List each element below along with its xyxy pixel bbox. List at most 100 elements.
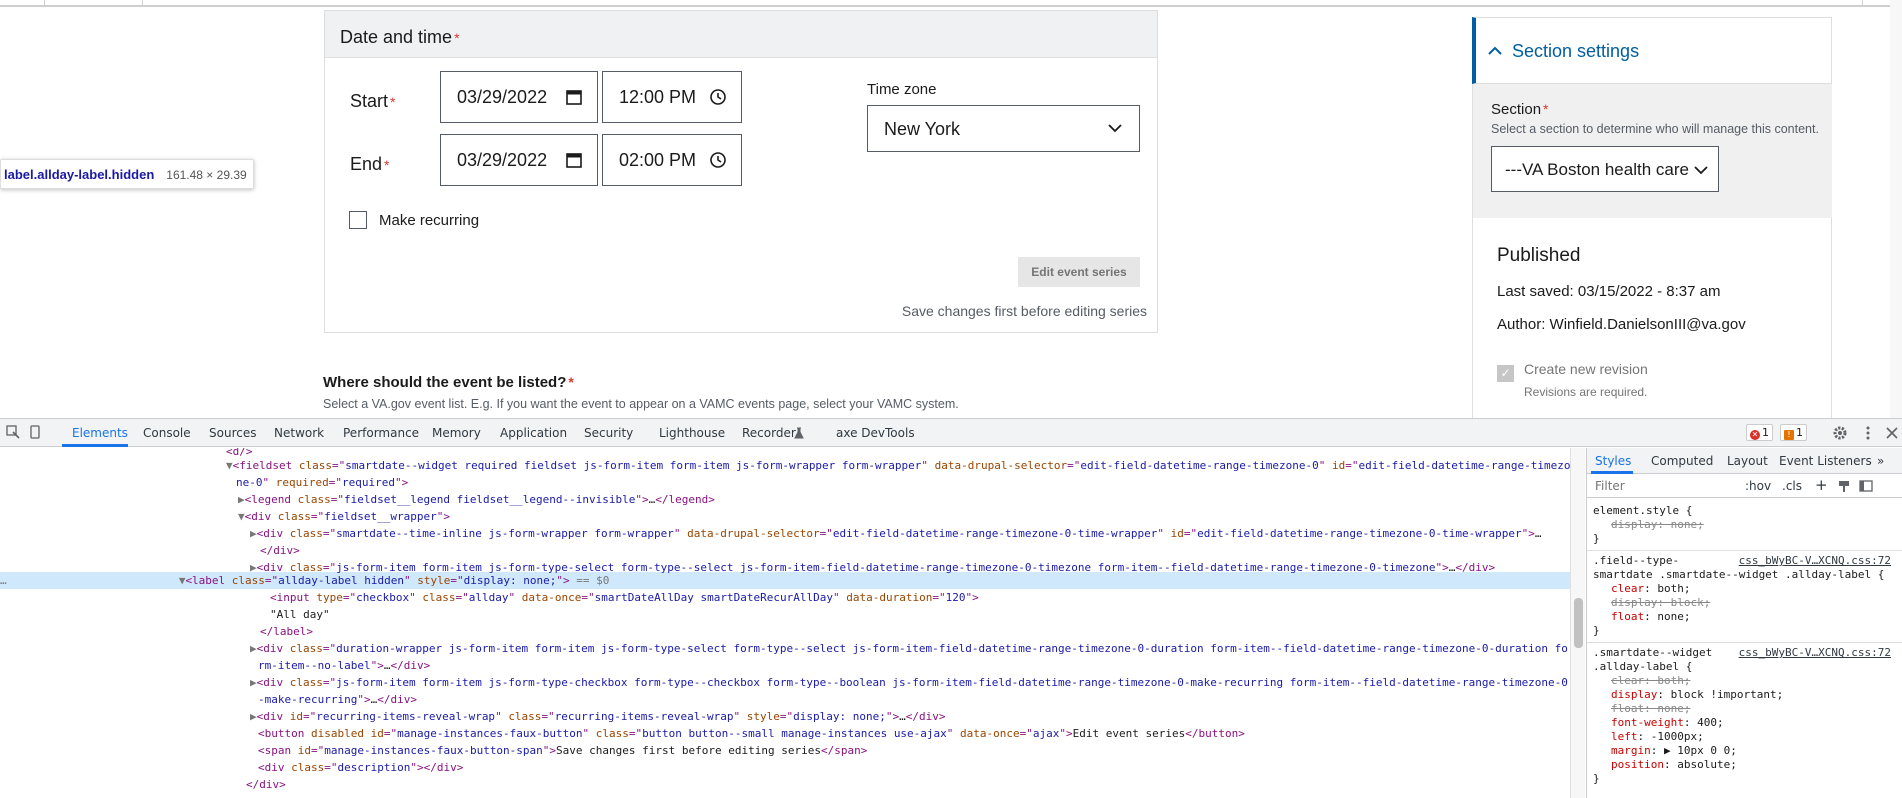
clock-icon[interactable]	[709, 88, 727, 106]
required-mark: *	[390, 94, 396, 110]
scrollbar-thumb[interactable]	[1574, 598, 1583, 648]
close-icon[interactable]	[1884, 425, 1900, 441]
dom-line[interactable]: ▶<div class="smartdate--time-inline js-f…	[250, 525, 1542, 542]
checkmark-icon: ✓	[1497, 365, 1514, 382]
last-saved-label: Last saved:	[1497, 283, 1574, 300]
dom-line[interactable]: rm-item--no-label">…</div>	[258, 657, 430, 674]
clock-icon[interactable]	[709, 151, 727, 169]
top-bar-divider	[44, 0, 45, 6]
paint-brush-icon[interactable]	[1837, 479, 1851, 493]
dom-line[interactable]: ▶<div id="recurring-items-reveal-wrap" c…	[250, 708, 945, 725]
dom-line[interactable]: -make-recurring">…</div>	[258, 691, 417, 708]
event-listing-description: Select a VA.gov event list. E.g. If you …	[323, 397, 959, 411]
dom-line[interactable]: <div class="description"></div>	[258, 759, 463, 776]
dom-line[interactable]: ▶<legend class="fieldset__legend fieldse…	[238, 491, 715, 508]
timezone-label: Time zone	[867, 81, 937, 98]
style-rule-widget-allday[interactable]: css_bWyBC-V…XCNQ.css:72 .smartdate--widg…	[1593, 646, 1897, 786]
event-listing-label-text: Where should the event be listed?	[323, 374, 567, 391]
rule-divider	[1587, 550, 1902, 551]
elements-scrollbar[interactable]	[1570, 448, 1585, 798]
error-count: 1	[1762, 426, 1769, 439]
tab-recorder[interactable]: Recorder	[742, 426, 796, 440]
chevron-down-icon	[1694, 163, 1708, 177]
tab-console[interactable]: Console	[143, 426, 191, 440]
style-rule-allday-label[interactable]: css_bWyBC-V…XCNQ.css:72 .field--type- sm…	[1593, 554, 1897, 638]
dom-line[interactable]: </label>	[260, 623, 313, 640]
dom-line[interactable]: </div>	[246, 776, 286, 793]
checkbox-box[interactable]	[349, 211, 367, 229]
gear-icon[interactable]	[1832, 425, 1848, 441]
end-date-input[interactable]: 03/29/2022	[440, 134, 598, 186]
dom-line[interactable]: <button disabled id="manage-instances-fa…	[258, 725, 1245, 742]
tab-application[interactable]: Application	[500, 426, 567, 440]
styles-tab-bar: Styles Computed Layout Event Listeners »	[1587, 448, 1902, 474]
tab-layout[interactable]: Layout	[1727, 454, 1768, 468]
start-time-input[interactable]: 12:00 PM	[602, 71, 742, 123]
create-revision-checkbox: ✓ Create new revision	[1497, 361, 1648, 382]
calendar-icon[interactable]	[565, 88, 583, 106]
dom-line-selected[interactable]: … ▼<label class="allday-label hidden" st…	[0, 572, 609, 589]
warning-count-badge[interactable]: ! 1	[1780, 424, 1807, 441]
dom-line[interactable]: "All day"	[270, 606, 330, 623]
revision-note: Revisions are required.	[1524, 385, 1648, 399]
error-count-badge[interactable]: ✕ 1	[1746, 424, 1773, 441]
styles-filter-input[interactable]: Filter	[1595, 479, 1625, 493]
dom-line[interactable]: <span id="manage-instances-faux-button-s…	[258, 742, 867, 759]
start-label: Start *	[350, 91, 395, 112]
web-page: label.allday-label.hidden 161.48 × 29.39 …	[0, 0, 1902, 418]
inspector-selector: label.allday-label.hidden	[4, 167, 155, 182]
top-bar-divider	[1862, 0, 1863, 6]
make-recurring-checkbox[interactable]: Make recurring	[349, 211, 479, 229]
dom-line[interactable]: ▼<div class="fieldset__wrapper">	[238, 508, 450, 525]
tab-sources[interactable]: Sources	[209, 426, 256, 440]
dom-line[interactable]: </div>	[260, 542, 300, 559]
device-toolbar-icon[interactable]	[28, 425, 42, 439]
style-rule-element[interactable]: element.style { display: none; }	[1593, 504, 1897, 546]
section-settings-toggle[interactable]: Section settings	[1472, 17, 1832, 84]
tab-axe-devtools[interactable]: axe DevTools	[836, 426, 915, 440]
tab-security[interactable]: Security	[584, 426, 633, 440]
dom-line[interactable]: ▶<div class="duration-wrapper js-form-it…	[250, 640, 1568, 657]
section-settings-title: Section settings	[1512, 41, 1640, 61]
tab-performance[interactable]: Performance	[343, 426, 419, 440]
error-icon: ✕	[1750, 430, 1760, 440]
top-bar-divider	[142, 0, 143, 6]
timezone-value: New York	[884, 119, 961, 139]
section-select[interactable]: ---VA Boston health care	[1491, 146, 1719, 192]
edit-event-series-button[interactable]: Edit event series	[1018, 257, 1140, 287]
source-link[interactable]: css_bWyBC-V…XCNQ.css:72	[1739, 554, 1891, 568]
active-tab-indicator	[62, 444, 128, 447]
source-link[interactable]: css_bWyBC-V…XCNQ.css:72	[1739, 646, 1891, 660]
tab-lighthouse[interactable]: Lighthouse	[659, 426, 725, 440]
elements-dom-tree[interactable]: <d/> ▼<fieldset class="smartdate--widget…	[0, 448, 1570, 798]
new-rule-button[interactable]: +	[1815, 476, 1828, 494]
tab-computed[interactable]: Computed	[1651, 454, 1713, 468]
calendar-icon[interactable]	[565, 151, 583, 169]
required-mark: *	[454, 30, 460, 46]
dom-line[interactable]: <input type="checkbox" class="allday" da…	[270, 589, 979, 606]
page-scrollbar[interactable]	[1890, 0, 1902, 418]
dom-line[interactable]: ne-0" required="required">	[236, 474, 408, 491]
end-time-input[interactable]: 02:00 PM	[602, 134, 742, 186]
hover-state-toggle[interactable]: :hov	[1745, 479, 1771, 493]
more-tabs-icon[interactable]: »	[1877, 454, 1884, 468]
start-date-input[interactable]: 03/29/2022	[440, 71, 598, 123]
inspect-element-icon[interactable]	[6, 425, 20, 439]
devtools-panel: Elements Console Sources Network Perform…	[0, 418, 1902, 798]
class-toggle[interactable]: .cls	[1782, 479, 1802, 493]
tab-network[interactable]: Network	[274, 426, 324, 440]
sidebar-toggle-icon[interactable]	[1859, 479, 1873, 493]
tab-memory[interactable]: Memory	[432, 426, 481, 440]
start-date-value: 03/29/2022	[457, 87, 548, 107]
styles-pane: Styles Computed Layout Event Listeners »…	[1586, 448, 1902, 798]
dom-line[interactable]: ▼<fieldset class="smartdate--widget requ…	[226, 457, 1570, 474]
start-label-text: Start	[350, 91, 389, 111]
tab-event-listeners[interactable]: Event Listeners	[1779, 454, 1872, 468]
dom-line[interactable]: ▶<div class="js-form-item form-item js-f…	[250, 674, 1568, 691]
required-mark: *	[568, 374, 574, 390]
date-time-fieldset: Date and time * Start * 03/29/2022 12:00 P…	[324, 10, 1158, 333]
tab-styles[interactable]: Styles	[1595, 454, 1631, 468]
more-options-icon[interactable]	[1860, 425, 1876, 441]
timezone-select[interactable]: New York	[867, 105, 1140, 152]
tab-elements[interactable]: Elements	[72, 426, 128, 440]
